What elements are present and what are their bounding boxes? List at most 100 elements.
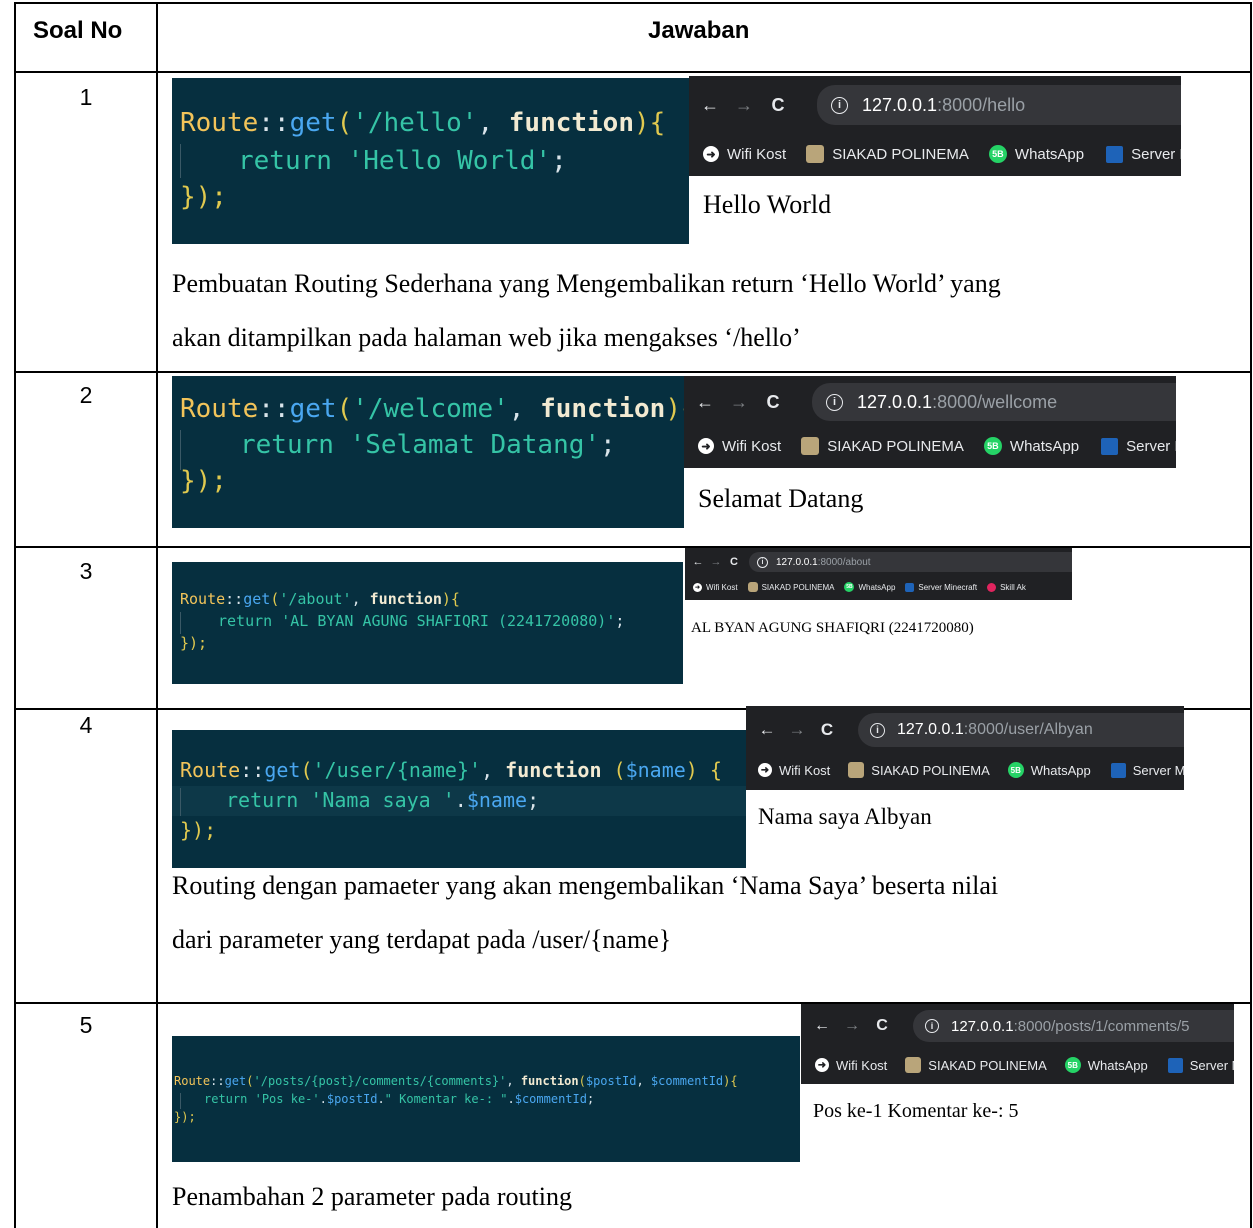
info-icon[interactable]: i [826,393,843,411]
globe-icon: ➜ [693,582,702,592]
forward-button[interactable]: → [722,392,756,413]
forward-button[interactable]: → [837,1017,867,1035]
table-border-left [14,2,16,1228]
siakad-logo-icon [801,437,820,455]
back-button[interactable]: ← [693,95,727,116]
info-icon[interactable]: i [757,556,768,568]
bookmark-whatsapp[interactable]: 5B WhatsApp [1007,762,1091,778]
back-button[interactable]: ← [752,720,782,740]
browser-chrome: ← → C i 127.0.0.1:8000/hello ➜ Wifi Kost … [689,76,1181,176]
bookmark-server[interactable]: Server Min [1101,437,1176,455]
bookmarks-bar: ➜ Wifi Kost SIAKAD POLINEMA 5B WhatsApp Se… [746,756,1184,784]
browser-window: ← → C i 127.0.0.1:8000/user/Albyan ➜ Wifi… [746,706,1184,850]
forward-button[interactable]: → [782,720,812,740]
bookmark-server[interactable]: Server Minecraft [905,582,977,592]
address-bar[interactable]: i 127.0.0.1:8000/wellcome [812,383,1176,421]
code-line: return 'Pos ke-'.$postId." Komentar ke-:… [204,1092,595,1106]
page-output: Hello World [703,190,832,219]
code-line: return 'Hello World'; [238,146,567,176]
browser-window: ← → C i 127.0.0.1:8000/wellcome ➜ Wifi Ko… [684,376,1176,526]
bookmarks-bar: ➜ Wifi Kost SIAKAD POLINEMA 5B WhatsApp Se… [684,430,1176,462]
url-host: 127.0.0.1 [951,1017,1014,1035]
browser-window: ← → C i 127.0.0.1:8000/posts/1/comments/… [801,1004,1234,1128]
bookmark-wifi[interactable]: ➜ Wifi Kost [698,438,781,455]
forward-button[interactable]: → [707,556,725,568]
bookmark-skill[interactable]: Skill Ak [987,582,1026,592]
bookmark-wifi[interactable]: ➜ Wifi Kost [815,1058,887,1073]
browser-chrome: ← → C i 127.0.0.1:8000/user/Albyan ➜ Wifi… [746,706,1184,790]
row-number: 2 [79,382,93,408]
siakad-logo-icon [806,145,825,163]
bookmark-siakad[interactable]: SIAKAD POLINEMA [747,582,834,592]
reload-button[interactable]: C [725,556,743,568]
header-jawaban: Jawaban [648,17,750,44]
reload-button[interactable]: C [812,720,842,740]
bookmark-whatsapp[interactable]: 5B WhatsApp [988,145,1084,163]
forward-button[interactable]: → [727,95,761,116]
bookmark-whatsapp[interactable]: 5B WhatsApp [844,582,895,592]
indent-guide [180,1093,181,1109]
browser-window: ← → C i 127.0.0.1:8000/about ➜ Wifi Kost … [685,548,1072,644]
siakad-logo-icon [905,1057,922,1073]
nav-bar: ← → C i 127.0.0.1:8000/about [685,548,1072,576]
bookmark-whatsapp[interactable]: 5B WhatsApp [983,437,1079,455]
bookmarks-bar: ➜ Wifi Kost SIAKAD POLINEMA 5B WhatsApp Se… [801,1052,1234,1078]
code-line: Route::get('/user/{name}', function ($na… [180,758,722,782]
nav-bar: ← → C i 127.0.0.1:8000/hello [689,76,1181,134]
nav-bar: ← → C i 127.0.0.1:8000/posts/1/comments/… [801,1004,1234,1048]
bookmark-whatsapp[interactable]: 5B WhatsApp [1064,1057,1148,1073]
description-line: Penambahan 2 parameter pada routing [172,1182,572,1211]
bookmark-server[interactable]: Server Min [1167,1057,1234,1073]
code-line: Route::get('/welcome', function){ [180,394,684,424]
back-button[interactable]: ← [689,556,707,568]
skill-icon [987,582,997,592]
indent-guide [180,612,181,634]
info-icon[interactable]: i [925,1019,939,1033]
nav-bar: ← → C i 127.0.0.1:8000/wellcome [684,376,1176,428]
bookmark-wifi[interactable]: ➜ Wifi Kost [703,146,786,163]
server-icon [1106,145,1124,163]
info-icon[interactable]: i [831,96,848,114]
bookmark-server[interactable]: Server Mi [1106,145,1181,163]
bookmark-wifi[interactable]: ➜ Wifi Kost [693,582,738,592]
page-output: AL BYAN AGUNG SHAFIQRI (2241720080) [691,620,974,636]
address-bar[interactable]: i 127.0.0.1:8000/about [749,552,1072,572]
info-icon[interactable]: i [870,722,885,738]
indent-guide [180,788,181,816]
row-number: 4 [79,712,93,738]
bookmark-siakad[interactable]: SIAKAD POLINEMA [801,437,964,455]
description-line: Pembuatan Routing Sederhana yang Mengemb… [172,269,1001,298]
whatsapp-icon: 5B [1064,1057,1081,1073]
address-bar[interactable]: i 127.0.0.1:8000/hello [817,85,1181,125]
url-host: 127.0.0.1 [776,556,818,568]
code-snippet: Route::get('/hello', function){ return '… [172,78,689,244]
bookmarks-bar: ➜ Wifi Kost SIAKAD POLINEMA 5B WhatsApp Se… [689,138,1181,170]
row-number: 1 [79,84,93,110]
row-number: 5 [79,1012,93,1038]
page-output: Selamat Datang [698,484,864,513]
indent-guide [180,144,181,178]
server-icon [1167,1057,1183,1073]
code-snippet: Route::get('/posts/{post}/comments/{comm… [172,1036,800,1162]
bookmarks-bar: ➜ Wifi Kost SIAKAD POLINEMA 5B WhatsApp Se… [685,578,1072,596]
reload-button[interactable]: C [867,1017,897,1035]
bookmark-server[interactable]: Server Min [1110,762,1184,778]
server-icon [1110,762,1126,778]
reload-button[interactable]: C [756,392,790,413]
url-path: :8000/about [817,556,871,568]
address-bar[interactable]: i 127.0.0.1:8000/user/Albyan [858,713,1184,747]
browser-window: ← → C i 127.0.0.1:8000/hello ➜ Wifi Kost … [689,76,1181,236]
nav-bar: ← → C i 127.0.0.1:8000/user/Albyan [746,706,1184,754]
siakad-logo-icon [747,582,758,592]
server-icon [1101,437,1119,455]
url-path: :8000/hello [937,94,1026,115]
row-number: 3 [79,558,93,584]
bookmark-siakad[interactable]: SIAKAD POLINEMA [905,1057,1047,1073]
address-bar[interactable]: i 127.0.0.1:8000/posts/1/comments/5 [913,1010,1234,1042]
back-button[interactable]: ← [688,392,722,413]
reload-button[interactable]: C [761,95,795,116]
bookmark-siakad[interactable]: SIAKAD POLINEMA [848,762,990,778]
bookmark-siakad[interactable]: SIAKAD POLINEMA [806,145,969,163]
back-button[interactable]: ← [807,1017,837,1035]
bookmark-wifi[interactable]: ➜ Wifi Kost [758,763,830,778]
